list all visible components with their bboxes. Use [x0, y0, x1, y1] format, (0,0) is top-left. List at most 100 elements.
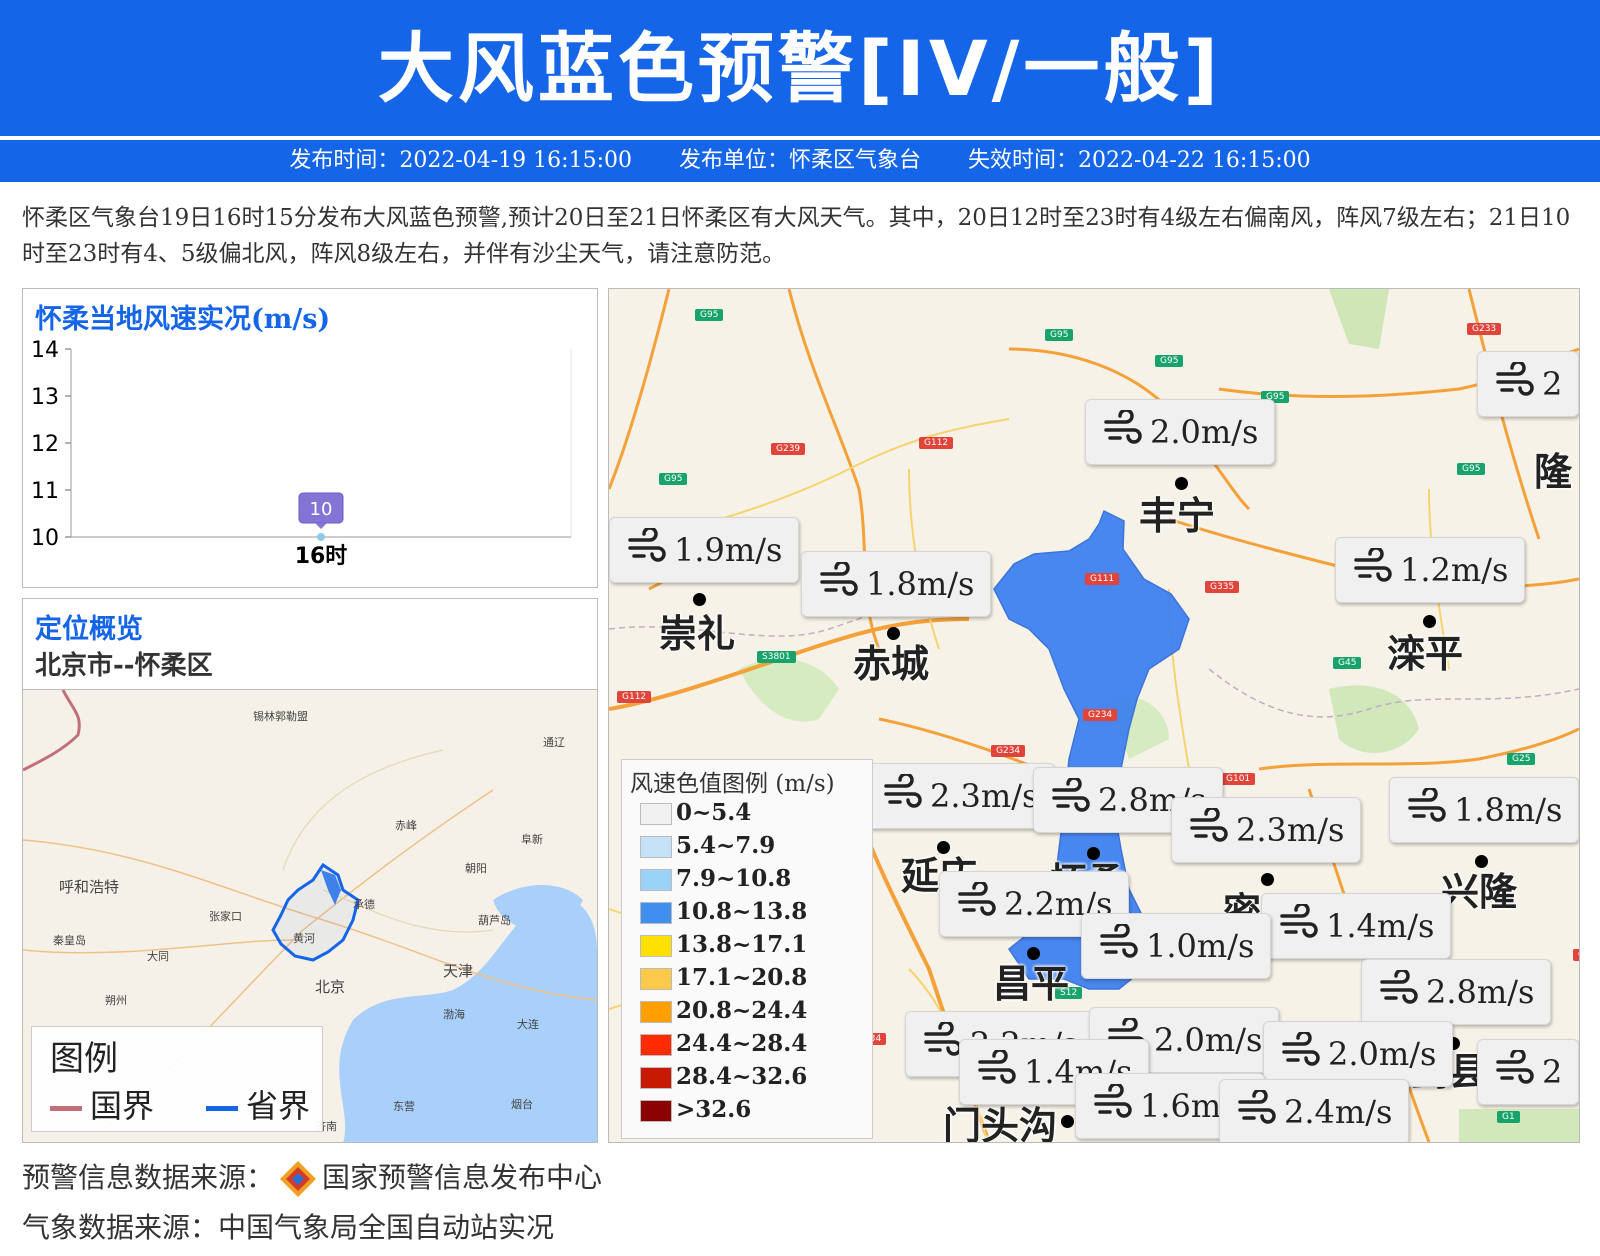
- wind-legend-title: 风速色值图例 (m/s): [630, 771, 835, 797]
- wind-speed-value: 2: [1542, 1053, 1563, 1091]
- road-shield: G95: [659, 473, 688, 485]
- wind-icon: [818, 555, 858, 619]
- wind-icon: [1102, 403, 1142, 467]
- wind-station-box[interactable]: 1.4m/s: [1261, 893, 1452, 959]
- wind-speed-value: 1.9m/s: [674, 531, 783, 569]
- road-shield: G95: [1155, 355, 1184, 367]
- city-label: 滦平: [1387, 632, 1464, 676]
- wind-station-box[interactable]: 2.4m/s: [1219, 1079, 1410, 1142]
- warning-meta-bar: 发布时间：2022-04-19 16:15:00 发布单位：怀柔区气象台 失效时…: [0, 140, 1600, 182]
- warning-title: 大风蓝色预警[IV/一般]: [377, 24, 1223, 113]
- road-shield: S3801: [757, 651, 796, 663]
- road-shield: G1: [1497, 1111, 1520, 1123]
- minimap-place-label: 阜新: [521, 833, 543, 846]
- wind-icon: [1494, 1043, 1534, 1107]
- wind-speed-value: 2.4m/s: [1284, 1093, 1393, 1131]
- legend-swatch: [640, 1067, 672, 1089]
- legend-label: 13.8~17.1: [676, 931, 808, 958]
- data-label-pointer: [315, 523, 327, 529]
- wind-icon: [1352, 541, 1392, 605]
- wind-map[interactable]: G95 G95 G95 G95 G233 G239 G112 G95 G95 G111 G335 S3…: [608, 288, 1580, 1143]
- legend-item: 10.8~13.8: [640, 897, 807, 927]
- wind-station-box[interactable]: 1.8m/s: [1389, 777, 1579, 843]
- warning-source: 预警信息数据来源： 国家预警信息发布中心: [22, 1156, 602, 1199]
- minimap-place-label: 渤海: [443, 1008, 465, 1021]
- road-shield: G101: [1221, 773, 1256, 785]
- legend-item: 24.4~28.4: [640, 1029, 807, 1059]
- city-label: 丰宁: [1139, 494, 1216, 538]
- legend-item: >32.6: [640, 1095, 751, 1125]
- road-shield: G95: [1045, 329, 1074, 341]
- publisher: 发布单位：怀柔区气象台: [678, 148, 921, 173]
- weather-source: 气象数据来源：中国气象局全国自动站实况: [22, 1211, 555, 1244]
- overview-minimap[interactable]: 锡林郭勒盟 通辽 赤峰 阜新 朝阳 呼和浩特 张家口 承德 葫芦岛 秦皇岛 黄河 大同 北京 天津 渤海 大连…: [23, 689, 597, 1142]
- city-label: 赤城: [853, 642, 930, 686]
- wind-icon: [956, 875, 996, 939]
- wind-station-box[interactable]: 1.2m/s: [1335, 537, 1526, 605]
- minimap-place-label: 秦皇岛: [53, 934, 86, 947]
- legend-label: 5.4~7.9: [676, 832, 776, 859]
- wind-speed-value: 2: [1542, 365, 1563, 403]
- wind-station-box[interactable]: 2.3m/s: [1171, 797, 1362, 863]
- road-shield: G111: [1085, 573, 1120, 585]
- wind-station-box[interactable]: 2.3m/s: [865, 763, 1056, 829]
- minimap-place-label: 赤峰: [395, 819, 417, 832]
- wind-station-box[interactable]: 1.0m/s: [1081, 913, 1272, 981]
- wind-speed-value: 2.0m/s: [1154, 1021, 1263, 1059]
- minimap-place-label: 锡林郭勒盟: [253, 710, 308, 723]
- wind-station-box[interactable]: 2: [1477, 1039, 1579, 1105]
- y-tick-label: 12: [31, 432, 59, 457]
- wind-station-box[interactable]: 1.9m/s: [609, 517, 800, 583]
- legend-item: 7.9~10.8: [640, 864, 791, 894]
- road-shield: G335: [1205, 581, 1240, 593]
- road-shield: G112: [919, 437, 954, 449]
- minimap-place-label: 承德: [353, 898, 375, 911]
- wind-icon: [922, 1015, 962, 1079]
- city-label: 隆: [1534, 450, 1573, 494]
- legend-item: 0~5.4: [640, 798, 751, 828]
- city-label: 崇礼: [659, 612, 736, 656]
- road-shield: G45: [1333, 657, 1362, 669]
- data-point[interactable]: [317, 533, 325, 541]
- legend-swatch: [640, 902, 672, 924]
- minimap-place-label: 北京: [315, 978, 346, 996]
- legend-label: 24.4~28.4: [676, 1030, 808, 1057]
- wind-color-legend: 风速色值图例 (m/s) 0~5.4 5.4~7.9 7.9~10.8 10.8~13…: [621, 759, 873, 1139]
- road-shield: G112: [617, 691, 652, 703]
- wind-icon: [1050, 771, 1090, 835]
- province-border-swatch: [206, 1105, 238, 1111]
- minimap-legend-title: 图例: [50, 1039, 118, 1079]
- minimap-place-label: 烟台: [511, 1098, 533, 1111]
- minimap-place-label: 朔州: [105, 994, 127, 1007]
- legend-item: 5.4~7.9: [640, 831, 775, 861]
- wind-speed-panel: 怀柔当地风速实况(m/s) 10 11 12 13 14 16时 10: [22, 288, 598, 588]
- wind-panel-title: 怀柔当地风速实况(m/s): [35, 304, 331, 335]
- wind-speed-chart: 10 11 12 13 14 16时 10: [31, 339, 572, 569]
- legend-item: 20.8~24.4: [640, 996, 807, 1026]
- road-shield: G230: [1573, 949, 1579, 961]
- wind-icon: [1098, 917, 1138, 981]
- legend-label: 0~5.4: [676, 799, 752, 826]
- x-tick-label: 16时: [295, 544, 348, 569]
- wind-speed-value: 2.0m/s: [1328, 1035, 1437, 1073]
- data-label: 10: [310, 499, 333, 520]
- beijing-outline: [271, 862, 360, 962]
- legend-item: 13.8~17.1: [640, 930, 807, 960]
- minimap-legend: 图例 国界 省界: [31, 1026, 323, 1132]
- y-tick-label: 11: [31, 479, 59, 504]
- wind-station-box[interactable]: 2.0m/s: [1085, 399, 1276, 467]
- legend-national: 国界: [50, 1081, 154, 1127]
- legend-swatch: [640, 803, 672, 825]
- wind-station-box[interactable]: 1.8m/s: [801, 551, 992, 619]
- legend-label: 20.8~24.4: [676, 997, 808, 1024]
- location-title: 定位概览: [35, 614, 143, 645]
- y-tick-label: 13: [31, 385, 59, 410]
- legend-item: 17.1~20.8: [640, 963, 807, 993]
- legend-swatch: [640, 968, 672, 990]
- wind-speed-value: 1.8m/s: [1454, 791, 1563, 829]
- wind-station-box[interactable]: 2: [1477, 351, 1579, 417]
- wind-station-box[interactable]: 2.0m/s: [1263, 1021, 1454, 1087]
- legend-swatch: [640, 836, 672, 858]
- road-shield: G234: [1083, 709, 1118, 721]
- wind-station-box[interactable]: 2.8m/s: [1361, 959, 1552, 1025]
